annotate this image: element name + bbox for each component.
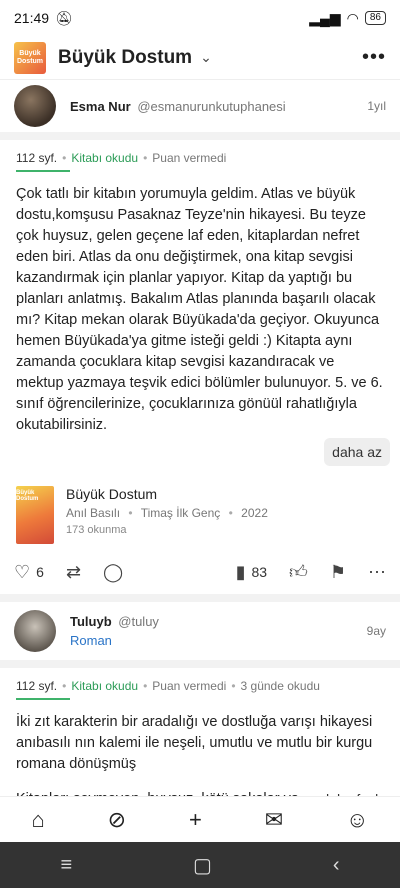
page-title[interactable]: Büyük Dostum — [58, 47, 192, 69]
review-author-row[interactable]: Tuluyb @tuluy Roman 9ay — [0, 602, 400, 660]
wifi-icon: ◠ — [346, 9, 359, 26]
chevron-down-icon[interactable]: ⌄ — [200, 49, 212, 66]
like-count: 6 — [36, 564, 44, 580]
recents-icon[interactable]: ≡ — [60, 854, 72, 877]
action-bar: ♡ 6 ⇄ ◯ ▮ 83 👍︎ ⚑ ⋯ — [0, 550, 400, 594]
read-duration: 3 günde okudu — [240, 679, 320, 693]
separator-dot: • — [62, 679, 67, 693]
author-name[interactable]: Esma Nur — [70, 99, 131, 114]
book-author[interactable]: Anıl Basılı — [66, 506, 120, 520]
separator-dot: • — [228, 506, 233, 520]
divider — [0, 660, 400, 668]
heart-icon[interactable]: ♡ — [14, 562, 30, 583]
review-text: İki zıt karakterin bir aradalığı ve dost… — [16, 714, 373, 772]
status-bar: 21:49 🔕︎ ▂▄▆ ◠ 86 — [0, 0, 400, 36]
mail-icon[interactable]: ✉ — [265, 807, 283, 833]
signal-icon: ▂▄▆ — [309, 9, 341, 26]
system-nav: ≡ ▢ ‹ — [0, 842, 400, 888]
home-icon[interactable]: ⌂ — [31, 807, 44, 833]
repost-icon[interactable]: ⇄ — [66, 562, 81, 583]
divider — [0, 132, 400, 140]
book-cover[interactable]: Büyük Dostum — [16, 486, 54, 544]
less-button[interactable]: daha az — [324, 438, 390, 466]
cover-text: Büyük Dostum — [16, 490, 39, 502]
read-status: Kitabı okudu — [71, 679, 139, 693]
app-bar: Büyük Dostum Büyük Dostum ⌄ ••• — [0, 36, 400, 80]
read-count: 173 okunma — [66, 524, 127, 536]
read-status: Kitabı okudu — [71, 151, 139, 165]
review-time: 1yıl — [367, 99, 386, 113]
review-text: Çok tatlı bir kitabın yorumuyla geldim. … — [16, 186, 383, 433]
avatar[interactable] — [14, 610, 56, 652]
author-name[interactable]: Tuluyb — [70, 614, 112, 629]
home-square-icon[interactable]: ▢ — [193, 853, 212, 878]
separator-dot: • — [143, 679, 148, 693]
add-icon[interactable]: + — [189, 807, 202, 833]
rating-status: Puan vermedi — [152, 151, 227, 165]
view-count: 83 — [251, 564, 268, 580]
cover-text: Büyük Dostum — [16, 49, 44, 65]
page-count: 112 syf. — [16, 151, 71, 172]
separator-dot: • — [143, 151, 148, 165]
book-card[interactable]: Büyük Dostum Büyük Dostum Anıl Basılı • … — [0, 476, 400, 550]
compass-icon[interactable]: ⊘ — [108, 807, 126, 833]
avatar[interactable] — [14, 85, 56, 127]
bottom-nav: ⌂ ⊘ + ✉ ☺ — [0, 796, 400, 842]
book-publisher[interactable]: Timaş İlk Genç — [141, 506, 221, 520]
bookmark-icon[interactable]: ⚑ — [330, 562, 346, 583]
separator-dot: • — [62, 151, 67, 165]
status-time: 21:49 — [14, 10, 50, 26]
comment-icon[interactable]: ◯ — [103, 562, 123, 583]
review-meta: 112 syf. • Kitabı okudu • Puan vermedi — [0, 140, 400, 176]
book-details: Anıl Basılı • Timaş İlk Genç • 2022 — [66, 506, 268, 520]
more-options-icon[interactable]: ⋯ — [368, 562, 386, 583]
battery-icon: 86 — [364, 11, 386, 25]
author-handle[interactable]: @esmanurunkutuphanesi — [137, 99, 285, 114]
review-time: 9ay — [366, 624, 386, 638]
more-options-icon[interactable]: ••• — [362, 46, 386, 69]
book-year: 2022 — [241, 506, 268, 520]
separator-dot: • — [231, 679, 236, 693]
profile-icon[interactable]: ☺ — [346, 807, 368, 833]
back-icon[interactable]: ‹ — [333, 854, 340, 877]
stats-icon[interactable]: ▮ — [236, 562, 246, 583]
page-count: 112 syf. — [16, 679, 71, 700]
review-author-row[interactable]: Esma Nur @esmanurunkutuphanesi 1yıl — [0, 80, 400, 132]
mute-icon: 🔕︎ — [55, 9, 73, 26]
book-cover-thumbnail[interactable]: Büyük Dostum — [14, 41, 46, 74]
author-handle[interactable]: @tuluy — [118, 614, 159, 629]
divider — [0, 594, 400, 602]
shelf-tag[interactable]: Roman — [70, 633, 159, 648]
rating-status: Puan vermedi — [152, 679, 227, 693]
book-title[interactable]: Büyük Dostum — [66, 486, 268, 502]
separator-dot: • — [128, 506, 133, 520]
review-meta: 112 syf. • Kitabı okudu • Puan vermedi •… — [0, 668, 400, 704]
less-row: daha az — [0, 436, 400, 476]
thumbs-up-icon[interactable]: 👍︎ — [289, 561, 308, 583]
